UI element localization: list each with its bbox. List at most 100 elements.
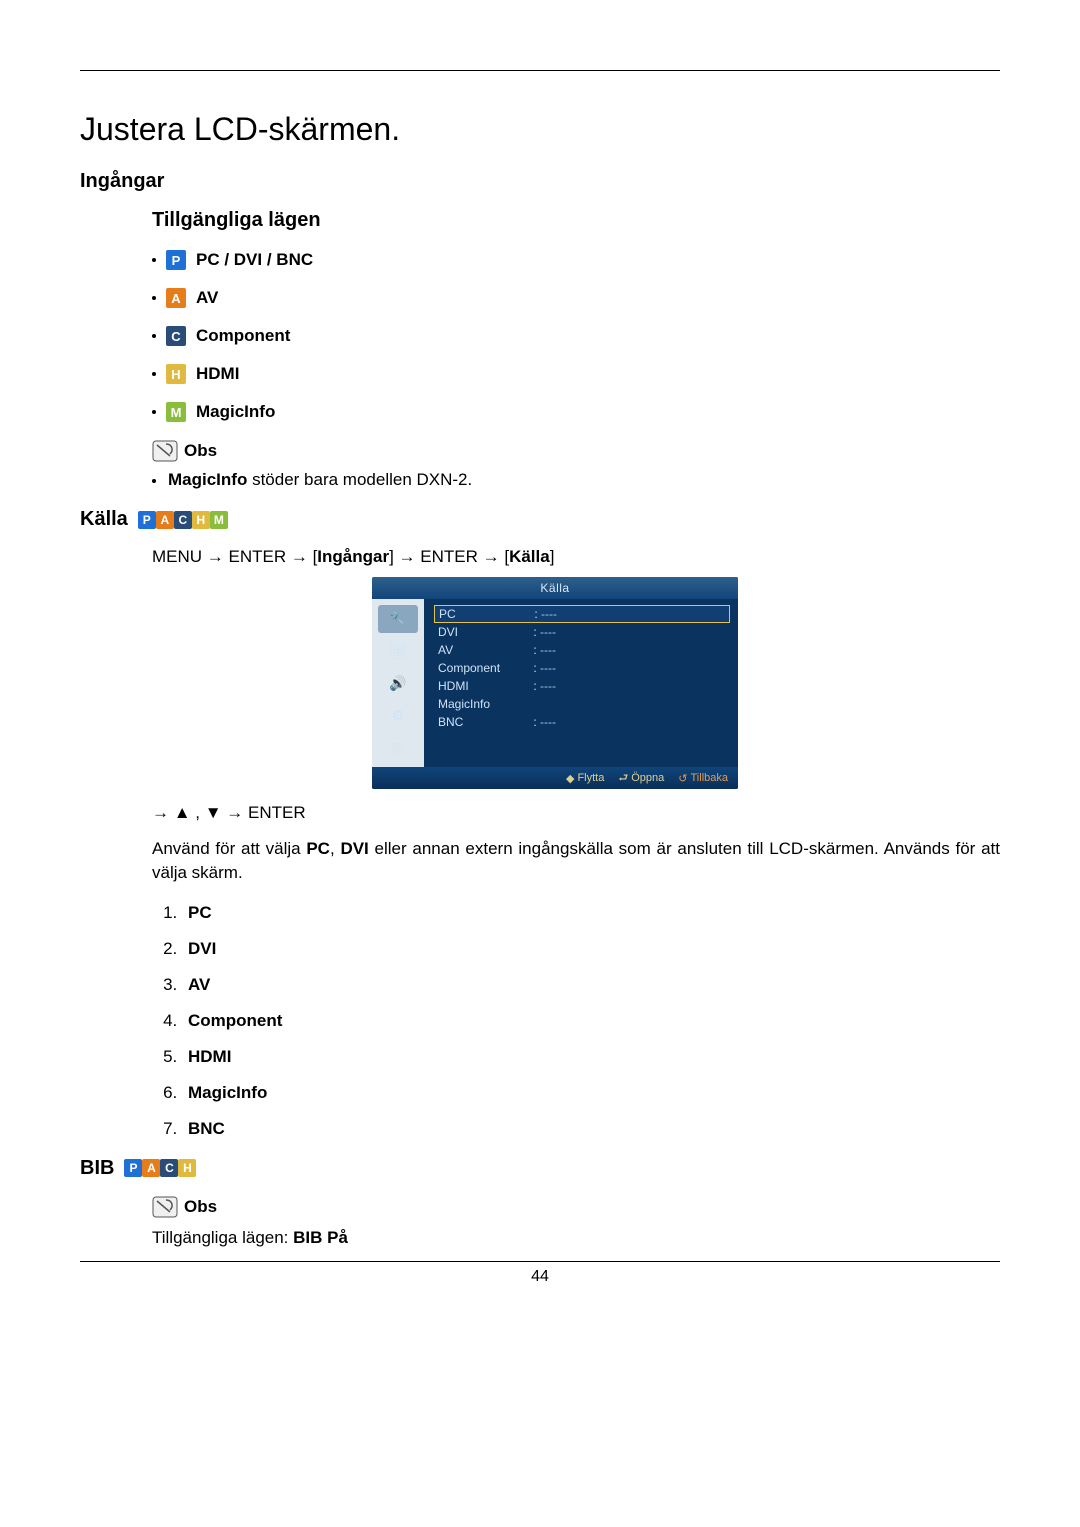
bib-note-bold: BIB På: [293, 1228, 348, 1247]
note-body: MagicInfo stöder bara modellen DXN-2.: [152, 470, 1000, 490]
p-badge-icon: P: [138, 511, 156, 529]
osd-footer-back: ↺ Tillbaka: [678, 772, 728, 785]
osd-footer-move: ◆ Flytta: [566, 772, 604, 785]
section-bib-label: BIB: [80, 1157, 114, 1180]
osd-row-label: DVI: [438, 625, 530, 639]
osd-row-value: ----: [540, 643, 726, 657]
osd-row-value: ----: [540, 715, 726, 729]
bib-note-pre: Tillgängliga lägen:: [152, 1228, 293, 1247]
osd-row-colon: :: [530, 679, 540, 693]
bullet-icon: [152, 410, 156, 414]
page-title: Justera LCD-skärmen.: [80, 111, 1000, 148]
section-inputs-label: Ingångar: [80, 170, 164, 193]
osd-row-label: PC: [439, 607, 531, 621]
mode-label: HDMI: [196, 364, 239, 384]
osd-row-value: ----: [540, 679, 726, 693]
menu-path-p2: → ENTER →: [394, 547, 505, 566]
osd-sidebar-item: ⚙: [378, 701, 418, 729]
divider-top: [80, 70, 1000, 71]
a-badge-icon: A: [142, 1159, 160, 1177]
page-number: 44: [80, 1268, 1000, 1286]
note-heading: Obs: [152, 440, 1000, 462]
osd-row-label: Component: [438, 661, 530, 675]
source-mode-strip: P A C H M: [138, 511, 228, 529]
osd-sidebar-item: 🔊: [378, 669, 418, 697]
c-badge-icon: C: [166, 326, 186, 346]
mode-item-hdmi: H HDMI: [152, 364, 1000, 384]
osd-row: MagicInfo: [434, 695, 730, 713]
osd-row-label: BNC: [438, 715, 530, 729]
mode-item-av: A AV: [152, 288, 1000, 308]
divider-bottom: [80, 1261, 1000, 1262]
para-b1: PC: [306, 839, 330, 858]
note-rest: stöder bara modellen DXN-2.: [252, 470, 472, 489]
mode-label: AV: [196, 288, 218, 308]
mode-item-component: C Component: [152, 326, 1000, 346]
a-badge-icon: A: [166, 288, 186, 308]
bib-note-body: Tillgängliga lägen: BIB På: [152, 1226, 1000, 1250]
c-badge-icon: C: [160, 1159, 178, 1177]
mode-label: MagicInfo: [196, 402, 275, 422]
osd-row: BNC : ----: [434, 713, 730, 731]
osd-sidebar: 🔧 🖼 🔊 ⚙ ▦: [372, 599, 424, 767]
menu-path-b1: Ingångar: [317, 547, 389, 566]
bullet-icon: [152, 296, 156, 300]
list-item: HDMI: [182, 1047, 1000, 1067]
osd-row-value: ----: [540, 625, 726, 639]
osd-row-colon: :: [530, 643, 540, 657]
osd-row: HDMI : ----: [434, 677, 730, 695]
osd-row: PC : ----: [434, 605, 730, 623]
section-bib: BIB P A C H: [80, 1157, 1000, 1180]
mode-label: Component: [196, 326, 290, 346]
list-item: DVI: [182, 939, 1000, 959]
osd-sidebar-item: 🖼: [378, 637, 418, 665]
osd-row-value: ----: [540, 661, 726, 675]
note-icon: [152, 1196, 178, 1218]
inputs-content: Tillgängliga lägen P PC / DVI / BNC A AV…: [152, 209, 1000, 490]
osd-row: AV : ----: [434, 641, 730, 659]
mode-item-magicinfo: M MagicInfo: [152, 402, 1000, 422]
source-list: PC DVI AV Component HDMI MagicInfo BNC: [152, 903, 1000, 1139]
source-content: MENU → ENTER → [Ingångar] → ENTER → [Käl…: [152, 547, 1000, 1139]
h-badge-icon: H: [166, 364, 186, 384]
bib-mode-strip: P A C H: [124, 1159, 196, 1177]
note-icon: [152, 440, 178, 462]
para-mid1: ,: [330, 839, 340, 858]
osd-row-label: AV: [438, 643, 530, 657]
p-badge-icon: P: [166, 250, 186, 270]
nav-path: → ▲ , ▼ → ENTER: [152, 803, 1000, 823]
osd-main: PC : ---- DVI : ---- AV : ----: [424, 599, 738, 767]
osd-footer-open: ⮐ Öppna: [618, 769, 664, 788]
list-item: Component: [182, 1011, 1000, 1031]
section-inputs: Ingångar: [80, 170, 1000, 193]
m-badge-icon: M: [166, 402, 186, 422]
mode-item-pc: P PC / DVI / BNC: [152, 250, 1000, 270]
osd-row: DVI : ----: [434, 623, 730, 641]
list-item: MagicInfo: [182, 1083, 1000, 1103]
para-b2: DVI: [340, 839, 368, 858]
m-badge-icon: M: [210, 511, 228, 529]
para-pre: Använd för att välja: [152, 839, 306, 858]
osd-row-label: MagicInfo: [438, 697, 530, 711]
osd-screenshot: Källa 🔧 🖼 🔊 ⚙ ▦ PC : ---- DVI: [372, 577, 738, 789]
p-badge-icon: P: [124, 1159, 142, 1177]
osd-row-label: HDMI: [438, 679, 530, 693]
osd-row-value: ----: [541, 607, 725, 621]
osd-footer: ◆ Flytta ⮐ Öppna ↺ Tillbaka: [372, 767, 738, 789]
note-bold: MagicInfo: [168, 470, 247, 489]
bib-content: Obs Tillgängliga lägen: BIB På: [152, 1196, 1000, 1250]
osd-row-colon: :: [530, 715, 540, 729]
h-badge-icon: H: [192, 511, 210, 529]
note-label-text: Obs: [184, 441, 217, 461]
list-item: AV: [182, 975, 1000, 995]
osd-sidebar-item: ▦: [378, 733, 418, 761]
bullet-icon: [152, 479, 156, 483]
section-source-label: Källa: [80, 508, 128, 531]
osd-row: Component : ----: [434, 659, 730, 677]
modes-list: P PC / DVI / BNC A AV C Component H HDMI…: [152, 250, 1000, 422]
bullet-icon: [152, 258, 156, 262]
c-badge-icon: C: [174, 511, 192, 529]
a-badge-icon: A: [156, 511, 174, 529]
section-source: Källa P A C H M: [80, 508, 1000, 531]
osd-row-colon: :: [530, 661, 540, 675]
